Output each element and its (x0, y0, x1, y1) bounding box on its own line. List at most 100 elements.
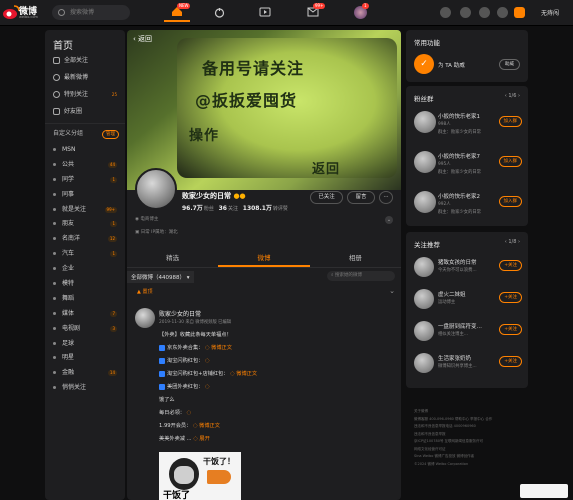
group-item[interactable]: 名南洋 12 (45, 232, 125, 247)
nav-video[interactable] (252, 2, 278, 22)
group-item[interactable]: 媒体 7 (45, 307, 125, 322)
group-item[interactable]: 舞蹈 (45, 292, 125, 307)
post-author[interactable]: 败家少女的日常 (159, 309, 201, 318)
message-button[interactable]: 留言 (347, 191, 375, 204)
link-icon: ◌ (203, 384, 210, 390)
nav-all-follow[interactable]: 全部关注 (45, 52, 125, 69)
nav-special[interactable]: 特别关注 25 (45, 86, 125, 103)
meme-image[interactable]: 干饭了！ 干饭了 (159, 452, 241, 500)
bullet-icon (53, 222, 56, 226)
tab-album[interactable]: 相册 (310, 248, 401, 267)
group-members: 995人 (438, 162, 451, 167)
tab-featured[interactable]: 精选 (127, 248, 218, 267)
group-item[interactable]: MSN (45, 143, 125, 158)
fan-group-item[interactable]: 小扳的快乐老家7 995人 群主：败家少女的日常 加入群 (414, 150, 522, 176)
search-input[interactable]: 搜索微博 (52, 5, 130, 20)
manage-button[interactable]: 管理 (102, 130, 119, 139)
group-item[interactable]: 金融 14 (45, 366, 125, 381)
rec-title: 关注推荐 ‹ 1/8 › (406, 232, 528, 252)
group-item[interactable]: 企业 (45, 262, 125, 277)
lightning-icon[interactable] (460, 7, 471, 18)
bullet-icon (53, 371, 56, 375)
join-group-button[interactable]: 加入群 (498, 196, 522, 207)
rec-item[interactable]: 虚火二妹姐 运动博主 +关注 (414, 288, 522, 314)
follow-button[interactable]: +关注 (499, 324, 522, 335)
join-group-button[interactable]: 加入群 (498, 116, 522, 127)
nav-home[interactable]: NEW (164, 2, 191, 22)
nav-messages[interactable]: 99+ (300, 2, 326, 22)
link-icon: ◌ (203, 358, 210, 364)
custom-group-title: 自定义分组 管理 (45, 123, 125, 143)
filter-dropdown[interactable]: 全部微博（440988） ▾ (127, 271, 194, 283)
follow-button[interactable]: +关注 (499, 356, 522, 367)
group-item[interactable]: 悄悄关注 (45, 381, 125, 396)
followed-button[interactable]: 已关注 (310, 191, 343, 204)
group-item[interactable]: 明星 (45, 351, 125, 366)
cheer-button[interactable]: 助威 (499, 59, 520, 70)
user-name[interactable]: 无痔闯 (541, 8, 559, 17)
theme-icon[interactable] (497, 7, 508, 18)
rec-avatar (414, 321, 434, 341)
nav-label: 好友圈 (64, 108, 83, 115)
join-group-button[interactable]: 加入群 (498, 156, 522, 167)
link-icon: ◌ (184, 410, 192, 416)
fans-count: 96.7万 (182, 205, 203, 212)
scroll-top-button[interactable] (520, 484, 568, 498)
post-line-text: 1.99开会员： (159, 423, 192, 429)
nav-profile[interactable]: 1 (347, 2, 373, 22)
footer-line: 微博客服 400-096-0960 帮助中心 举报中心 合作 (414, 416, 493, 421)
profile-name-text: 败家少女的日常 (182, 192, 231, 200)
rec-name: 生活家张奶奶 (438, 356, 472, 362)
group-item[interactable]: 汽车 1 (45, 247, 125, 262)
fans-title-text: 粉丝群 (414, 95, 434, 103)
group-name: 小扳的快乐老家1 (438, 114, 480, 120)
post-line-text: 淘宝闪购红包： (167, 358, 204, 364)
fans-pager[interactable]: ‹ 1/6 › (505, 93, 520, 99)
profile-avatar[interactable] (135, 168, 177, 210)
follow-button[interactable]: +关注 (499, 292, 522, 303)
group-item[interactable]: 朋友 1 (45, 217, 125, 232)
post-link[interactable]: ◌ 微博正文 (228, 371, 257, 377)
group-item[interactable]: 就是关注 99+ (45, 203, 125, 218)
fans-label: 粉丝 (203, 206, 214, 212)
post-line-text: 美美外卖减 ... (159, 436, 194, 442)
group-item[interactable]: 足球 (45, 337, 125, 352)
post-link[interactable]: ◌ 展开 (193, 436, 210, 442)
follow-button[interactable]: +关注 (499, 260, 522, 271)
post-link[interactable]: ◌ (203, 384, 210, 390)
post-line-text: 京东外卖合集： (167, 345, 204, 351)
group-item[interactable]: 公共 44 (45, 158, 125, 173)
tab-weibo[interactable]: 微博 (218, 248, 310, 267)
expand-icon[interactable]: ⌄ (385, 216, 393, 224)
settings-icon[interactable] (479, 7, 490, 18)
post-more-icon[interactable]: ⌄ (389, 287, 395, 295)
bio: ◉ 电商博主 (135, 216, 158, 222)
post-link[interactable]: ◌ 微博正文 (191, 423, 220, 429)
back-button[interactable]: ‹ 返回 (133, 34, 152, 44)
rec-item[interactable]: 猪致女孩的日常 今天你不可以浪费… +关注 (414, 256, 522, 282)
group-item[interactable]: 电视剧 3 (45, 322, 125, 337)
nav-friends[interactable]: 好友圈 (45, 103, 125, 120)
profile-panel: 备用号请关注 @扳扳爱囤货 操作 返回 ‹ 返回 败家少女的日常 ●● 96.7… (127, 30, 401, 500)
post-link[interactable]: ◌ 微博正文 (203, 345, 232, 351)
weibo-app-icon[interactable] (440, 7, 451, 18)
more-button[interactable]: ··· (379, 191, 393, 204)
footer-line: Sina Weibo 微博广告投放 微博创作者 (414, 454, 475, 458)
post-link[interactable]: ◌ (203, 358, 210, 364)
post-avatar[interactable] (135, 308, 155, 328)
rec-pager[interactable]: ‹ 1/8 › (505, 239, 520, 245)
fan-group-item[interactable]: 小扳的快乐老家1 998人 群主：败家少女的日常 加入群 (414, 110, 522, 136)
group-label: 企业 (62, 265, 75, 273)
fan-group-item[interactable]: 小扳的快乐老家2 992人 群主：败家少女的日常 加入群 (414, 190, 522, 216)
post-link[interactable]: ◌ (184, 410, 192, 416)
rec-item[interactable]: 一盘厨到底符变… 相似关注博主… +关注 (414, 320, 522, 346)
group-item[interactable]: 同学 1 (45, 173, 125, 188)
nav-latest[interactable]: 最新微博 (45, 69, 125, 86)
rec-item[interactable]: 生活家张奶奶 微博知识共享博主… +关注 (414, 352, 522, 378)
weibo-search-input[interactable]: ⌕ 搜索她的微博 (327, 271, 395, 281)
group-item[interactable]: 模特 (45, 277, 125, 292)
group-item[interactable]: 同事 (45, 188, 125, 203)
compose-icon[interactable] (514, 7, 525, 18)
profile-tabs: 精选 微博 相册 (127, 248, 401, 268)
nav-hot[interactable] (206, 2, 232, 22)
